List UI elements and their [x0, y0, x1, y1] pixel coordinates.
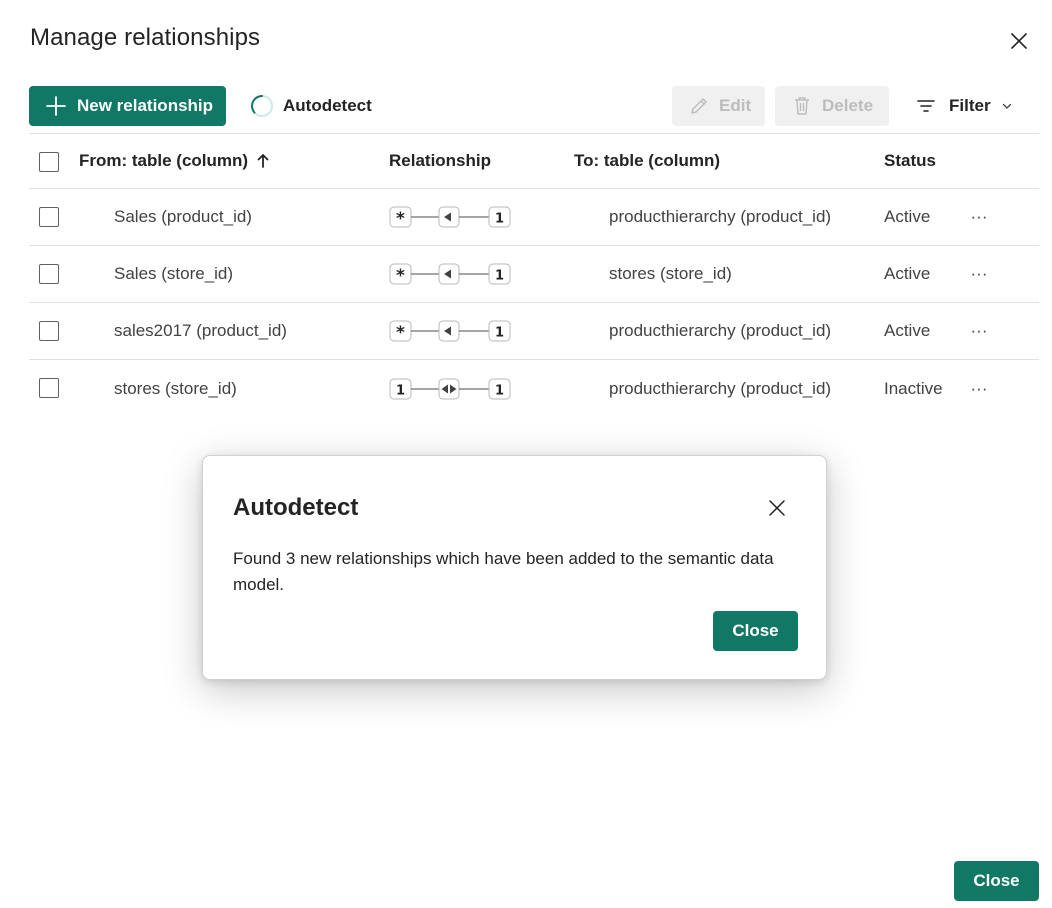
edit-button[interactable]: Edit — [672, 86, 765, 126]
svg-text:1: 1 — [495, 212, 504, 227]
status-cell: Inactive — [884, 378, 943, 398]
column-header-status: Status — [884, 151, 936, 170]
svg-text:1: 1 — [495, 383, 504, 398]
delete-button[interactable]: Delete — [775, 86, 889, 126]
status-cell: Active — [884, 207, 931, 226]
filter-button[interactable]: Filter — [916, 86, 1013, 126]
table-row[interactable]: sales2017 (product_id) * 1 producthierar… — [29, 303, 1039, 360]
loading-spinner-icon — [251, 95, 273, 117]
autodetect-button[interactable]: Autodetect — [250, 86, 372, 126]
table-row[interactable]: Sales (store_id) * 1 stores (store_id) A… — [29, 246, 1039, 303]
relationship-icon: * 1 — [389, 263, 511, 286]
pencil-icon — [691, 98, 707, 114]
column-header-relationship: Relationship — [389, 151, 492, 170]
autodetect-label: Autodetect — [283, 96, 372, 115]
status-cell: Active — [884, 264, 931, 283]
sort-ascending-icon — [257, 154, 269, 168]
from-cell: Sales (store_id) — [114, 264, 234, 283]
relationships-table: From: table (column) Relationship To: ta… — [29, 133, 1039, 417]
to-cell: stores (store_id) — [609, 264, 732, 283]
more-options-button[interactable]: ··· — [969, 303, 989, 359]
edit-label: Edit — [719, 96, 752, 115]
new-relationship-button[interactable]: New relationship — [29, 86, 226, 126]
relationship-diagram: * 1 — [389, 189, 513, 245]
row-checkbox[interactable] — [39, 321, 59, 341]
chevron-down-icon — [1002, 103, 1011, 109]
from-cell: stores (store_id) — [114, 378, 237, 398]
svg-text:1: 1 — [495, 326, 504, 341]
page-title: Manage relationships — [30, 24, 261, 51]
status-cell: Active — [884, 321, 931, 340]
new-relationship-label: New relationship — [77, 96, 214, 115]
svg-text:1: 1 — [396, 383, 405, 398]
column-header-to: To: table (column) — [574, 151, 721, 170]
dialog-message: Found 3 new relationships which have bee… — [233, 549, 774, 594]
row-checkbox[interactable] — [39, 378, 59, 398]
dialog-close-button[interactable]: Close — [713, 611, 798, 651]
select-all-checkbox[interactable] — [39, 152, 59, 172]
toolbar: New relationship Autodetect Edit Delete … — [29, 86, 1029, 126]
filter-icon — [917, 100, 935, 112]
row-checkbox[interactable] — [39, 264, 59, 284]
relationship-diagram: 1 1 — [389, 360, 513, 417]
close-icon[interactable] — [1005, 27, 1033, 55]
autodetect-dialog: Autodetect Found 3 new relationships whi… — [202, 455, 827, 680]
table-header: From: table (column) Relationship To: ta… — [29, 133, 1039, 189]
to-cell: producthierarchy (product_id) — [609, 321, 832, 340]
trash-icon — [795, 97, 809, 115]
svg-text:*: * — [396, 323, 405, 343]
from-cell: Sales (product_id) — [114, 207, 252, 226]
close-icon[interactable] — [765, 496, 789, 520]
more-options-button[interactable]: ··· — [969, 189, 989, 245]
more-options-button[interactable]: ··· — [969, 360, 989, 417]
table-row[interactable]: Sales (product_id) * 1 producthierarchy … — [29, 189, 1039, 246]
dialog-title: Autodetect — [233, 494, 359, 521]
filter-label: Filter — [949, 96, 991, 115]
relationship-diagram: * 1 — [389, 246, 513, 302]
row-checkbox[interactable] — [39, 207, 59, 227]
close-button[interactable]: Close — [954, 861, 1039, 901]
relationship-icon: * 1 — [389, 206, 511, 229]
relationship-icon: * 1 — [389, 320, 511, 343]
relationship-icon: 1 1 — [389, 378, 511, 399]
to-cell: producthierarchy (product_id) — [609, 378, 832, 398]
more-options-button[interactable]: ··· — [969, 246, 989, 302]
plus-icon — [46, 96, 66, 116]
table-row[interactable]: stores (store_id) 1 1 producthierarchy (… — [29, 360, 1039, 417]
to-cell: producthierarchy (product_id) — [609, 207, 832, 226]
svg-text:*: * — [396, 266, 405, 286]
svg-text:*: * — [396, 209, 405, 229]
column-header-from[interactable]: From: table (column) — [79, 134, 270, 188]
relationship-diagram: * 1 — [389, 303, 513, 359]
from-cell: sales2017 (product_id) — [114, 321, 287, 340]
delete-label: Delete — [822, 96, 874, 115]
svg-text:1: 1 — [495, 269, 504, 284]
